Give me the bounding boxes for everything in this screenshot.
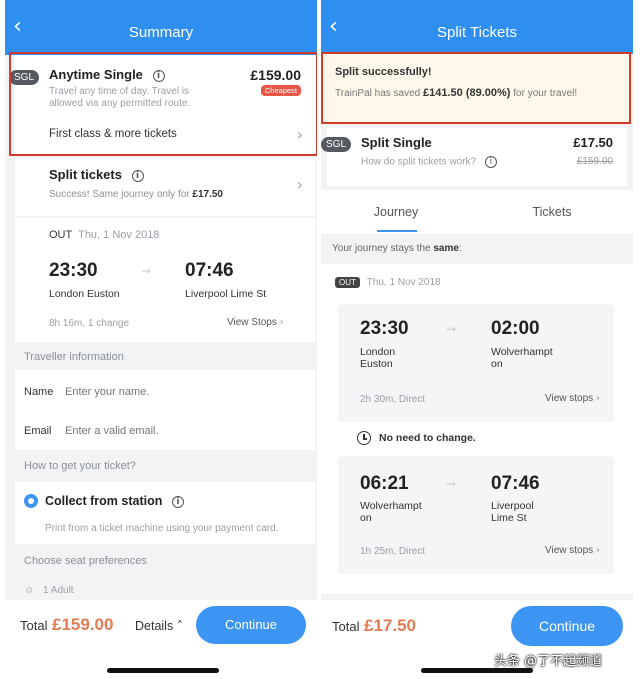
tab-journey[interactable]: Journey: [341, 205, 451, 219]
out-label: OUT: [49, 229, 73, 241]
arrow-right-icon: →: [446, 477, 457, 491]
email-label: Email: [24, 425, 52, 437]
journey-duration: 8h 16m, 1 change: [49, 318, 130, 329]
total-price: £17.50: [364, 616, 416, 635]
info-icon[interactable]: i: [171, 495, 184, 508]
success-title: Split successfully!: [335, 66, 432, 78]
split-single-card: SGL Split Single £17.50 How do split tic…: [321, 128, 627, 186]
ticket-price: £159.00: [250, 67, 301, 83]
arrival-station: Wolverhampt on: [491, 346, 553, 370]
person-icon: ☺: [24, 585, 35, 596]
home-indicator: [107, 668, 219, 673]
chevron-right-icon: ›: [279, 317, 284, 328]
info-icon[interactable]: i: [131, 169, 144, 182]
seat-section-label: Choose seat preferences: [24, 555, 147, 567]
no-change-row: No need to change.: [357, 431, 476, 445]
ticket-title: Split Single: [361, 135, 432, 150]
arrival-time: 02:00: [491, 318, 540, 339]
cheapest-badge: Cheapest: [260, 85, 301, 96]
adult-row: ☺ 1 Adult: [24, 585, 74, 596]
chevron-right-icon: ›: [595, 393, 600, 404]
continue-button[interactable]: Continue: [196, 606, 306, 644]
departure-time: 23:30: [49, 260, 98, 281]
sgl-badge: SGL: [9, 70, 40, 85]
watermark: 头条 @了不起频道: [494, 654, 603, 669]
radio-selected-icon[interactable]: [24, 494, 38, 508]
details-button[interactable]: Details ˄: [135, 618, 183, 633]
view-stops-link[interactable]: View Stops ›: [227, 317, 284, 328]
ticket-desc-line1: Travel any time of day. Travel is: [49, 86, 190, 97]
old-price: £159.00: [576, 156, 613, 167]
clock-icon: [357, 431, 371, 445]
continue-button[interactable]: Continue: [511, 606, 623, 646]
out-badge: OUT: [335, 277, 360, 288]
success-banner: Split successfully! TrainPal has saved £…: [321, 54, 633, 122]
name-input[interactable]: [65, 382, 285, 402]
departure-station: London Euston: [49, 288, 120, 300]
arrival-station: Liverpool Lime St: [491, 500, 534, 524]
split-desc: Success! Same journey only for: [49, 189, 193, 200]
email-input[interactable]: [65, 421, 285, 441]
journey-date: Thu, 1 Nov 2018: [78, 229, 160, 241]
arrival-time: 07:46: [491, 473, 540, 494]
saved-prefix: TrainPal has saved: [335, 88, 424, 99]
leg-duration: 2h 30m, Direct: [360, 394, 426, 405]
info-icon[interactable]: i: [484, 156, 497, 168]
split-tickets-screen: ‹ Split Tickets Split successfully! Trai…: [321, 0, 633, 679]
how-split-link[interactable]: How do split tickets work?: [361, 157, 476, 168]
collect-desc: Print from a ticket machine using your p…: [45, 523, 279, 534]
collect-label: Collect from station: [45, 494, 163, 508]
summary-header: ‹ Summary: [5, 0, 317, 55]
journey-detail: OUT Thu, 1 Nov 2018 23:30 → 02:00 London…: [321, 264, 633, 594]
journey-card: OUT Thu, 1 Nov 2018 23:30 → 07:46 London…: [15, 218, 315, 342]
leg-card: 06:21 → 07:46 Wolverhampt on Liverpool Lim…: [338, 456, 614, 574]
split-header: ‹ Split Tickets: [321, 0, 633, 55]
stays-same-text: Your journey stays the same:: [332, 243, 462, 254]
departure-time: 23:30: [360, 318, 409, 339]
sgl-badge: SGL: [321, 137, 352, 152]
active-tab-indicator: [377, 230, 417, 232]
ticket-price: £17.50: [573, 135, 613, 150]
arrival-station: Liverpool Lime St: [185, 288, 267, 300]
chevron-right-icon: ›: [595, 545, 600, 556]
split-price: £17.50: [192, 189, 223, 200]
total-label: Total: [20, 618, 48, 633]
saved-amount: £141.50 (89.00%): [423, 87, 511, 99]
tab-bar: Journey Tickets: [321, 190, 633, 234]
total-label: Total: [332, 619, 360, 634]
split-title: Split tickets: [49, 167, 122, 182]
leg-duration: 1h 25m, Direct: [360, 546, 426, 557]
arrow-right-icon: →: [141, 264, 152, 278]
info-icon[interactable]: i: [152, 69, 165, 82]
name-label: Name: [24, 386, 54, 398]
view-stops-link[interactable]: View stops ›: [545, 545, 600, 556]
collect-option[interactable]: Collect from station i Print from a tick…: [15, 482, 315, 544]
total-price: £159.00: [52, 615, 114, 634]
chevron-right-icon: ›: [296, 125, 303, 144]
departure-time: 06:21: [360, 473, 409, 494]
page-title: Split Tickets: [436, 24, 518, 41]
arrow-right-icon: →: [446, 322, 457, 336]
leg-card: 23:30 → 02:00 London Euston Wolverhampt on…: [338, 304, 614, 422]
ticket-section-label: How to get your ticket?: [24, 460, 136, 472]
page-title: Summary: [128, 24, 194, 41]
anytime-single-card[interactable]: SGL Anytime Single i £159.00 Cheapest Tr…: [9, 55, 317, 155]
saved-suffix: for your travel!: [510, 88, 578, 99]
journey-date: Thu, 1 Nov 2018: [366, 277, 441, 288]
traveller-form: Name Email: [15, 370, 315, 450]
view-stops-link[interactable]: View stops ›: [545, 393, 600, 404]
departure-station: London Euston: [360, 346, 396, 370]
split-tickets-card[interactable]: Split tickets i Success! Same journey on…: [15, 158, 315, 216]
summary-screen: ‹ Summary SGL Anytime Single i £159.00 C…: [5, 0, 317, 679]
ticket-title: Anytime Single: [49, 67, 143, 82]
tab-tickets[interactable]: Tickets: [497, 205, 607, 219]
departure-station: Wolverhampt on: [360, 500, 422, 524]
ticket-desc-line2: allowed via any permitted route.: [49, 98, 191, 109]
chevron-right-icon: ›: [296, 175, 303, 194]
first-class-link[interactable]: First class & more tickets: [49, 128, 177, 140]
chevron-up-icon: ˄: [176, 618, 183, 633]
arrival-time: 07:46: [185, 260, 234, 281]
traveller-section-label: Traveller information: [24, 351, 124, 363]
